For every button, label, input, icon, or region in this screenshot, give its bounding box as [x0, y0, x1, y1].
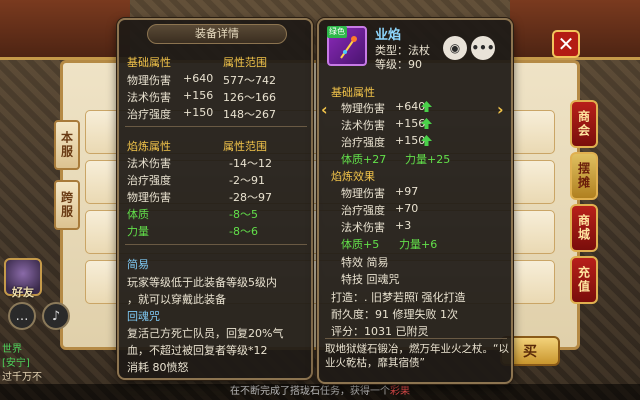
item-level: 等级：90 [375, 58, 422, 71]
refine-attr-value: +70 [395, 202, 419, 215]
refine-attr-label: 物理伤害 [127, 191, 171, 204]
refine-attr-label: 治疗强度 [341, 204, 385, 217]
tab-cross-server[interactable]: 跨服 [54, 180, 80, 230]
ticker-highlight: 彩果 [390, 386, 410, 397]
chat-channel: 世界 [2, 344, 22, 355]
tab-stall[interactable]: 摆摊 [570, 152, 598, 200]
base-attr-label: 物理伤害 [127, 74, 171, 87]
skill-line: 特技 回魂咒 [341, 273, 400, 286]
more-icon: ••• [471, 41, 495, 55]
refine-heading: 焰炼效果 [331, 170, 375, 183]
tab-local-server[interactable]: 本服 [54, 120, 80, 170]
increase-arrow-icon [421, 118, 432, 129]
refine-heading: 焰炼属性 [127, 140, 171, 153]
increase-arrow-icon [421, 101, 432, 112]
refine-range-heading: 属性范围 [223, 140, 267, 153]
chat-message: 过千万不 [2, 372, 42, 383]
refine-attr-value: +3 [395, 219, 412, 232]
panel-title: 装备详情 [147, 24, 287, 44]
item-icon[interactable]: 绿色 [327, 26, 367, 66]
tab-mall[interactable]: 商城 [570, 204, 598, 252]
base-attr-range: 148～267 [223, 108, 276, 121]
intro-heading: 简易 [127, 258, 149, 271]
effect-line: 特效 简易 [341, 256, 389, 269]
base-attr-heading: 基础属性 [331, 86, 375, 99]
chat-panel: 世界 [安宁] 过千万不 [2, 343, 64, 385]
base-attr-label: 法术伤害 [127, 91, 171, 104]
chat-bubble-icon[interactable]: … [8, 302, 36, 330]
base-attr-range: 126～166 [223, 91, 276, 104]
base-range-heading: 属性范围 [223, 56, 267, 69]
skill-line: 复活己方死亡队员，回复20%气 [127, 327, 284, 340]
prev-arrow-icon[interactable]: ‹ [321, 100, 328, 119]
durability-line: 耐久度：91 修理失败 1次 [331, 308, 458, 321]
divider [125, 126, 307, 127]
skill-line: 血，不超过被回复者等级*12 [127, 344, 268, 357]
microphone-icon[interactable]: ♪ [42, 302, 70, 330]
system-ticker: 在不断完成了搭珑石任务，获得一个彩果 [0, 384, 640, 400]
view-button[interactable]: ◉ [443, 36, 467, 60]
more-button[interactable]: ••• [471, 36, 495, 60]
staff-icon [340, 36, 357, 59]
base-attr-label: 物理伤害 [341, 102, 385, 115]
refine-attr-label: 力量 [127, 225, 149, 238]
refine-bonus: 力量+6 [399, 238, 438, 251]
base-attr-value: +156 [183, 89, 214, 102]
base-attr-label: 治疗强度 [341, 136, 385, 149]
refine-attr-label: 法术伤害 [341, 221, 385, 234]
refine-attr-label: 法术伤害 [127, 157, 171, 170]
base-attr-value: +640 [183, 72, 214, 85]
divider [325, 338, 507, 339]
tab-recharge[interactable]: 充值 [570, 256, 598, 304]
intro-line: ，就可以穿戴此装备 [127, 293, 226, 306]
refine-attr-value: +97 [395, 185, 419, 198]
item-description: 取地狱燧石锻冶，燃万年业火之杖。“以业火乾枯，靡其宿债” [325, 343, 509, 369]
chat-server: [安宁] [2, 358, 30, 369]
refine-attr-label: 物理伤害 [341, 187, 385, 200]
base-attr-heading: 基础属性 [127, 56, 171, 69]
refine-attr-label: 治疗强度 [127, 174, 171, 187]
close-icon: ✕ [557, 32, 575, 56]
refine-attr-range: -28～97 [229, 191, 272, 204]
base-attr-label: 治疗强度 [127, 108, 171, 121]
ticker-text: 在不断完成了搭珑石任务，获得一个 [230, 386, 390, 397]
forge-line: 打造：. 旧梦若照ǐ 强化打造 [331, 291, 466, 304]
refine-bonus: 体质+5 [341, 238, 380, 251]
increase-arrow-icon [421, 135, 432, 146]
divider [125, 244, 307, 245]
eye-icon: ◉ [449, 41, 461, 55]
roof-decoration-left [0, 0, 130, 60]
close-button[interactable]: ✕ [552, 30, 580, 58]
refine-attr-range: -14～12 [229, 157, 272, 170]
refine-attr-range: -8～5 [229, 208, 258, 221]
item-tooltip-panel: 绿色 业焰 类型：法杖 等级：90 ◉ ••• ‹ › 基础属性 物理伤害 +6… [317, 18, 513, 384]
item-name: 业焰 [375, 28, 402, 43]
friends-label: 好友 [12, 286, 34, 299]
skill-heading: 回魂咒 [127, 310, 160, 323]
score-line: 评分：1031 已附灵 [331, 325, 429, 338]
equipment-detail-panel: 装备详情 基础属性 属性范围 物理伤害 +640 577～742 法术伤害 +1… [117, 18, 313, 380]
base-bonus: 体质+27 [341, 153, 387, 166]
base-bonus: 力量+25 [405, 153, 451, 166]
refine-attr-range: -2～91 [229, 174, 265, 187]
refine-attr-label: 体质 [127, 208, 149, 221]
base-attr-range: 577～742 [223, 74, 276, 87]
tab-chamber[interactable]: 商会 [570, 100, 598, 148]
intro-line: 玩家等级低于此装备等级5级内 [127, 276, 277, 289]
skill-line: 消耗 80愤怒 [127, 361, 189, 374]
base-attr-label: 法术伤害 [341, 119, 385, 132]
refine-attr-range: -8～6 [229, 225, 258, 238]
base-attr-value: +150 [183, 106, 214, 119]
next-arrow-icon[interactable]: › [497, 100, 504, 119]
